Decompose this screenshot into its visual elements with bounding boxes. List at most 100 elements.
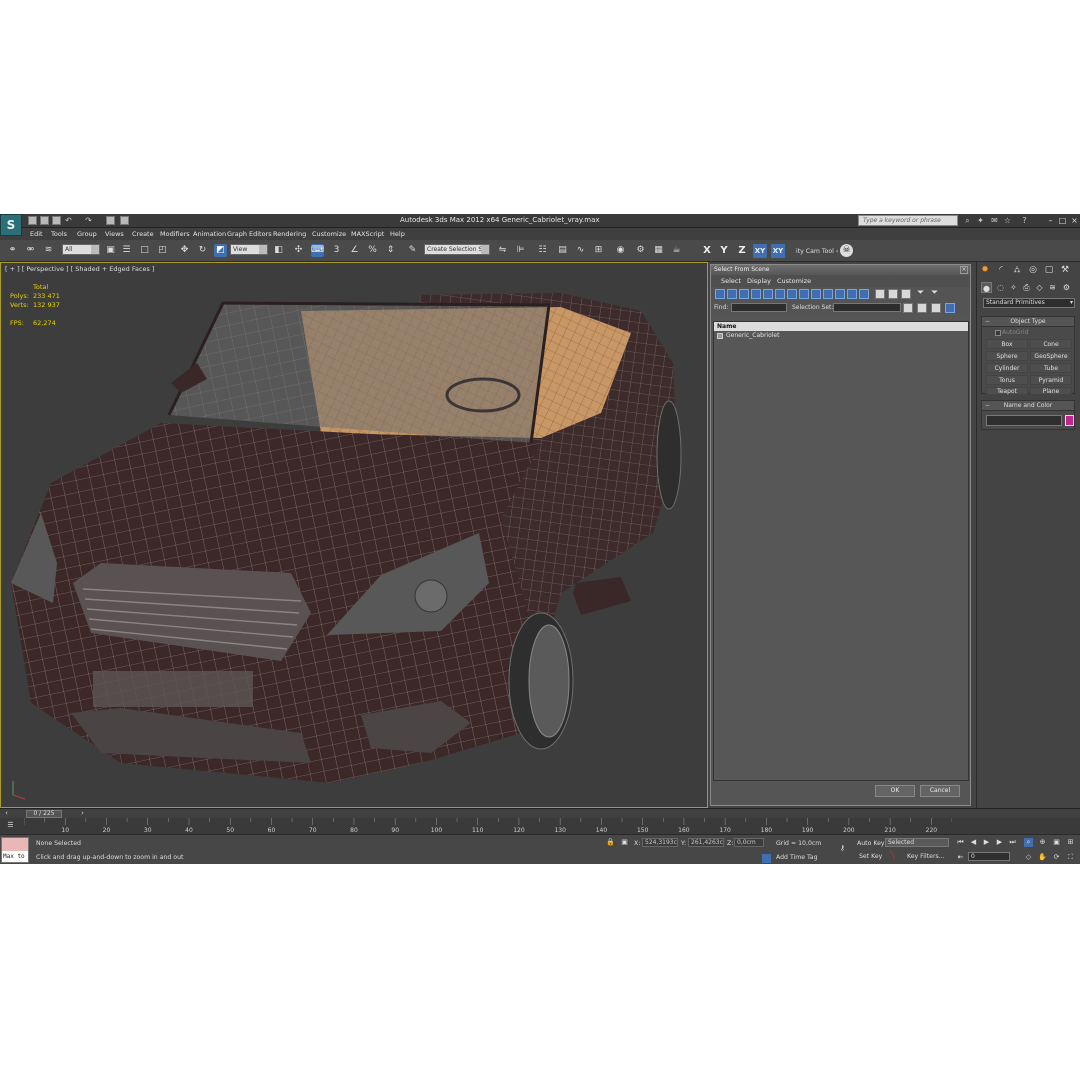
search-icon[interactable]: ⌕ xyxy=(963,216,972,225)
set-key-icon[interactable]: ╲ xyxy=(888,851,897,860)
menu-create[interactable]: Create xyxy=(132,230,154,238)
utilities-tab-icon[interactable]: ⚒ xyxy=(1059,264,1071,276)
menu-views[interactable]: Views xyxy=(105,230,124,238)
pan-view-icon[interactable]: ✋ xyxy=(1038,853,1047,862)
space-warps-category-icon[interactable]: ≋ xyxy=(1047,282,1058,293)
play-icon[interactable]: ▶ xyxy=(982,838,991,847)
lights-category-icon[interactable]: ✧ xyxy=(1008,282,1019,293)
select-object-icon[interactable]: ▣ xyxy=(104,244,117,257)
percent-snap-icon[interactable]: % xyxy=(366,244,379,257)
menu-group[interactable]: Group xyxy=(77,230,97,238)
pivot-center-icon[interactable]: ◧ xyxy=(272,244,285,257)
close-icon[interactable]: × xyxy=(1070,216,1079,225)
tube-button[interactable]: Tube xyxy=(1030,363,1072,373)
menu-tools[interactable]: Tools xyxy=(51,230,67,238)
project-folder-icon[interactable] xyxy=(106,216,115,225)
manipulate-icon[interactable]: ✣ xyxy=(292,244,305,257)
name-and-color-rollout-header[interactable]: Name and Color xyxy=(982,401,1074,411)
zoom-extents-all-icon[interactable]: ⊞ xyxy=(1066,838,1075,847)
angle-snap-icon[interactable]: ∠ xyxy=(348,244,361,257)
object-color-swatch[interactable] xyxy=(1065,415,1074,426)
cam-tool-skull-icon[interactable]: ☠ xyxy=(840,244,853,257)
filter-options-icon[interactable]: ⏷ xyxy=(931,288,938,298)
find-input[interactable] xyxy=(731,303,787,312)
geometry-category-icon[interactable]: ● xyxy=(981,282,992,293)
cylinder-button[interactable]: Cylinder xyxy=(986,363,1028,373)
next-frame-icon[interactable]: ▶ xyxy=(995,838,1004,847)
maximize-viewport-icon[interactable]: ⛶ xyxy=(1066,853,1075,862)
display-bones-icon[interactable] xyxy=(811,289,821,299)
display-tab-icon[interactable]: ▢ xyxy=(1043,264,1055,276)
geosphere-button[interactable]: GeoSphere xyxy=(1030,351,1072,361)
mirror-icon[interactable]: ⇋ xyxy=(496,244,509,257)
communication-center-icon[interactable]: ✉ xyxy=(990,216,999,225)
key-mode-dropdown[interactable]: Selected xyxy=(885,838,949,847)
plane-button[interactable]: Plane xyxy=(1030,387,1072,395)
dialog-menu-display[interactable]: Display xyxy=(747,277,771,285)
restrict-xy-plane[interactable]: XY xyxy=(753,244,767,258)
select-and-rotate-icon[interactable]: ↻ xyxy=(196,244,209,257)
search-input[interactable]: Type a keyword or phrase xyxy=(858,215,958,226)
column-header-name[interactable]: Name xyxy=(714,322,968,331)
z-coord-field[interactable]: 0,0cm xyxy=(734,838,764,847)
display-containers-icon[interactable] xyxy=(823,289,833,299)
subscription-icon[interactable]: ✦ xyxy=(976,216,985,225)
sun-icon[interactable]: ✸ xyxy=(979,264,991,276)
sphere-button[interactable]: Sphere xyxy=(986,351,1028,361)
display-geometry-icon[interactable] xyxy=(715,289,725,299)
object-name-input[interactable] xyxy=(986,415,1062,426)
zoom-extents-icon[interactable]: ▣ xyxy=(1052,838,1061,847)
curve-editor-icon[interactable]: ∿ xyxy=(574,244,587,257)
cam-tool-label[interactable]: ity Cam Tool ‹ xyxy=(796,248,838,255)
display-cameras-icon[interactable] xyxy=(751,289,761,299)
display-space-warps-icon[interactable] xyxy=(775,289,785,299)
restrict-x-axis[interactable]: X xyxy=(700,244,714,258)
dialog-menu-select[interactable]: Select xyxy=(721,277,741,285)
dialog-title-bar[interactable]: Select From Scene × xyxy=(711,265,970,275)
zoom-icon[interactable]: ⌕ xyxy=(1024,838,1033,847)
display-shapes-icon[interactable] xyxy=(727,289,737,299)
autogrid-checkbox[interactable] xyxy=(995,330,1001,336)
selection-set-dropdown[interactable] xyxy=(833,303,901,312)
cone-button[interactable]: Cone xyxy=(1030,339,1072,349)
schematic-view-icon[interactable]: ⊞ xyxy=(592,244,605,257)
ok-button[interactable]: OK xyxy=(875,785,915,797)
lock-selection-icon[interactable]: 🔒 xyxy=(606,838,615,847)
display-none-icon[interactable] xyxy=(875,289,885,299)
new-file-icon[interactable] xyxy=(28,216,37,225)
menu-animation[interactable]: Animation xyxy=(193,230,226,238)
graphite-ribbon-icon[interactable]: ▤ xyxy=(556,244,569,257)
filter-icon[interactable]: ⏷ xyxy=(917,288,924,298)
snaps-toggle-icon[interactable]: 3 xyxy=(330,244,343,257)
open-file-icon[interactable] xyxy=(40,216,49,225)
key-filters-button[interactable]: Key Filters... xyxy=(907,853,945,860)
reference-coordinate-dropdown[interactable]: View xyxy=(230,244,268,255)
favorites-star-icon[interactable]: ☆ xyxy=(1003,216,1012,225)
display-hidden-icon[interactable] xyxy=(847,289,857,299)
menu-modifiers[interactable]: Modifiers xyxy=(160,230,190,238)
list-item[interactable]: Generic_Cabriolet xyxy=(714,331,968,341)
select-and-link-icon[interactable]: ⚭ xyxy=(6,244,19,257)
track-bar[interactable]: ☰ 10 20 30 40 50 60 70 80 90 100 110 120 130 140 150 16… xyxy=(0,818,1080,834)
teapot-button[interactable]: Teapot xyxy=(986,387,1028,395)
rendered-frame-window-icon[interactable]: ▦ xyxy=(652,244,665,257)
select-none-icon[interactable] xyxy=(917,303,927,313)
rectangular-selection-icon[interactable]: □ xyxy=(138,244,151,257)
mini-curve-editor-icon[interactable]: ☰ xyxy=(6,821,15,830)
systems-category-icon[interactable]: ⚙ xyxy=(1061,282,1072,293)
primitive-type-dropdown[interactable]: Standard Primitives xyxy=(983,298,1075,308)
maximize-icon[interactable]: □ xyxy=(1058,216,1067,225)
perspective-viewport[interactable]: [ + ] [ Perspective ] [ Shaded + Edged F… xyxy=(0,262,708,808)
menu-graph-editors[interactable]: Graph Editors xyxy=(227,230,272,238)
display-xrefs-icon[interactable] xyxy=(799,289,809,299)
helpers-category-icon[interactable]: ◇ xyxy=(1034,282,1045,293)
bind-space-warp-icon[interactable]: ≋ xyxy=(42,244,55,257)
key-icon[interactable]: ⚷ xyxy=(838,844,847,853)
viewport-label[interactable]: [ + ] [ Perspective ] [ Shaded + Edged F… xyxy=(5,265,155,273)
align-icon[interactable]: ⊫ xyxy=(514,244,527,257)
dialog-close-icon[interactable]: × xyxy=(960,266,968,274)
undo-icon[interactable]: ↶ xyxy=(64,216,73,225)
hierarchy-tab-icon[interactable]: ⛼ xyxy=(1011,264,1023,276)
auto-key-button[interactable]: Auto Key xyxy=(857,840,885,847)
time-slider[interactable]: ‹ 0 / 225 › xyxy=(0,808,1080,818)
